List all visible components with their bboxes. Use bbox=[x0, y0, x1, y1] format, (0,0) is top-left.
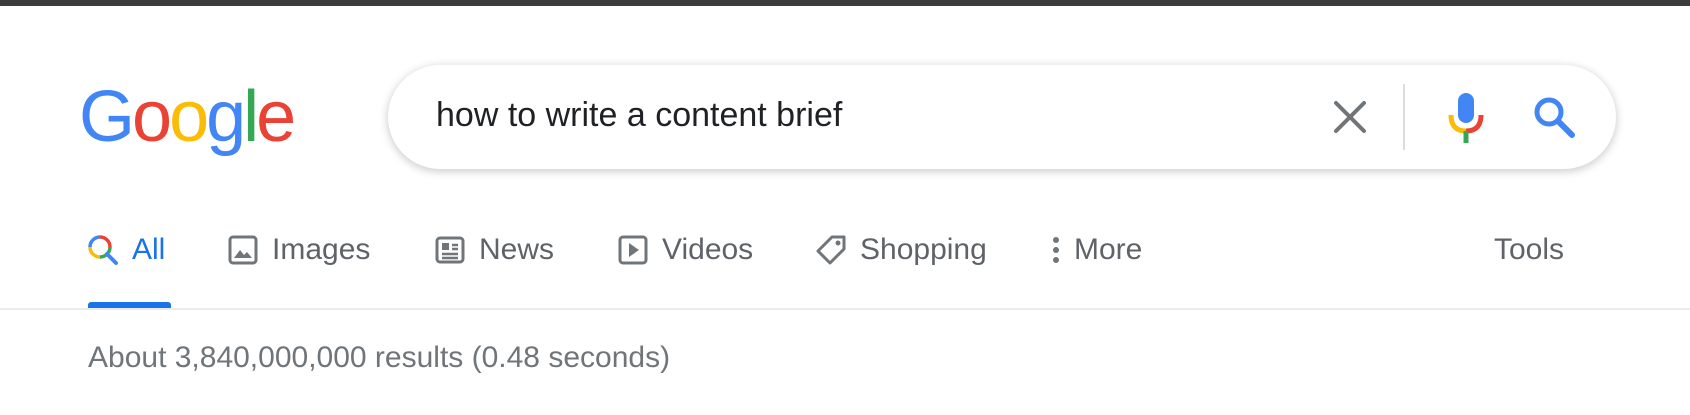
more-vert-icon bbox=[1050, 230, 1062, 270]
tab-videos[interactable]: Videos bbox=[616, 230, 753, 308]
tab-images[interactable]: Images bbox=[226, 230, 370, 308]
tabs-divider bbox=[0, 308, 1690, 310]
tag-icon bbox=[814, 230, 848, 270]
tools-label: Tools bbox=[1494, 233, 1565, 266]
close-icon bbox=[1334, 101, 1366, 133]
search-box[interactable]: how to write a content brief bbox=[388, 65, 1616, 169]
tab-shopping[interactable]: Shopping bbox=[814, 230, 987, 308]
microphone-icon bbox=[1448, 93, 1484, 143]
tab-all[interactable]: All bbox=[86, 230, 165, 308]
voice-search-button[interactable] bbox=[1446, 91, 1486, 145]
tab-images-label: Images bbox=[272, 233, 371, 266]
search-submit-button[interactable] bbox=[1530, 93, 1578, 141]
play-icon bbox=[616, 230, 650, 270]
search-multicolor-icon bbox=[86, 230, 120, 270]
tools-button[interactable]: Tools bbox=[1494, 230, 1564, 308]
search-icon bbox=[1534, 97, 1575, 138]
logo-letter-l: l bbox=[243, 77, 259, 157]
tab-videos-label: Videos bbox=[662, 233, 754, 266]
tab-all-label: All bbox=[132, 233, 166, 266]
newspaper-icon bbox=[433, 230, 467, 270]
logo-letter-g2: g bbox=[206, 77, 246, 157]
tab-shopping-label: Shopping bbox=[860, 233, 987, 266]
logo-letter-g: G bbox=[79, 77, 135, 157]
search-box-divider bbox=[1403, 84, 1405, 150]
result-stats: About 3,840,000,000 results (0.48 second… bbox=[88, 341, 671, 374]
tab-news[interactable]: News bbox=[433, 230, 554, 308]
search-input[interactable]: how to write a content brief bbox=[436, 93, 1296, 137]
image-icon bbox=[226, 230, 260, 270]
tab-news-label: News bbox=[479, 233, 555, 266]
google-logo[interactable]: Google bbox=[79, 77, 296, 157]
logo-letter-o2: o bbox=[169, 77, 209, 157]
tab-more-label: More bbox=[1074, 233, 1143, 266]
search-header: Google how to write a content brief bbox=[0, 6, 1690, 176]
search-tabs: All Images News Videos Shopping More Too… bbox=[0, 230, 1690, 308]
clear-search-button[interactable] bbox=[1328, 95, 1372, 139]
logo-letter-o1: o bbox=[132, 77, 172, 157]
logo-letter-e: e bbox=[256, 77, 296, 157]
tab-more[interactable]: More bbox=[1050, 230, 1142, 308]
